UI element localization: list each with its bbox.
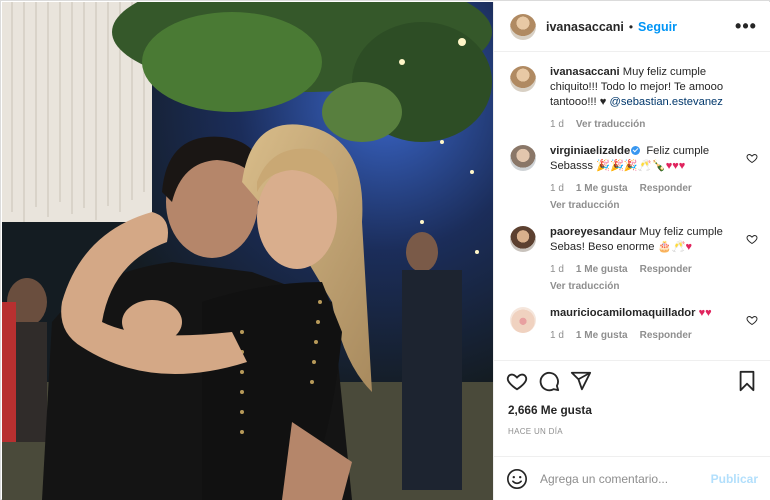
commenter-avatar[interactable] xyxy=(510,145,536,171)
reply-button[interactable]: Responder xyxy=(640,183,692,194)
caption-age: 1 d xyxy=(550,119,564,130)
comment-hearts: ♥♥ xyxy=(698,307,712,319)
author-avatar[interactable] xyxy=(510,13,536,40)
verified-badge-icon xyxy=(631,146,641,155)
post-time: HACE UN DÍA xyxy=(508,427,563,436)
caption-mention[interactable]: @sebastian.estevanez xyxy=(610,96,723,108)
reply-button[interactable]: Responder xyxy=(640,330,692,341)
comment-username[interactable]: paoreyesandaur xyxy=(550,226,636,238)
bookmark-icon[interactable] xyxy=(736,370,758,392)
post-header: ivanasaccani • Seguir ••• xyxy=(494,2,770,52)
commenter-avatar[interactable] xyxy=(510,226,536,252)
comment-item: paoreyesandaur Muy feliz cumple Sebas! B… xyxy=(510,225,758,292)
comment-translate-link[interactable]: Ver traducción xyxy=(550,200,736,211)
comment-age: 1 d xyxy=(550,264,564,275)
comment-input[interactable]: Agrega un comentario... xyxy=(540,472,711,486)
more-options-icon[interactable]: ••• xyxy=(734,16,758,37)
commenter-avatar[interactable] xyxy=(510,307,536,333)
comment-translate-link[interactable]: Ver traducción xyxy=(550,281,736,292)
caption: ivanasaccani Muy feliz cumple chiquito!!… xyxy=(510,65,758,130)
reply-button[interactable]: Responder xyxy=(640,264,692,275)
caption-username[interactable]: ivanasaccani xyxy=(550,66,620,78)
share-icon[interactable] xyxy=(570,370,592,392)
comment-likes[interactable]: 1 Me gusta xyxy=(576,264,628,275)
author-username[interactable]: ivanasaccani xyxy=(546,20,624,34)
comment-like-heart-icon[interactable] xyxy=(746,152,758,164)
comment-icon[interactable] xyxy=(538,370,560,392)
like-heart-icon[interactable] xyxy=(506,370,528,392)
comment-item: virginiaelizalde Feliz cumple Sebasss 🎉🎉… xyxy=(510,144,758,211)
comment-composer: Agrega un comentario... Publicar xyxy=(494,456,770,500)
comment-emojis: 🎂🥂 xyxy=(657,241,686,253)
comments-list[interactable]: ivanasaccani Muy feliz cumple chiquito!!… xyxy=(494,53,770,360)
post-side-panel: ivanasaccani • Seguir ••• ivanasaccani M… xyxy=(493,2,770,500)
likes-count[interactable]: 2,666 Me gusta xyxy=(506,403,758,417)
emoji-icon[interactable] xyxy=(506,468,528,490)
comment-age: 1 d xyxy=(550,183,564,194)
comment-hearts: ♥ xyxy=(685,241,692,253)
post-photo[interactable] xyxy=(2,2,493,500)
comment-hearts: ♥♥♥ xyxy=(665,160,686,172)
comment-item: mauriciocamilomaquillador ♥♥ 1 d 1 Me gu… xyxy=(510,306,758,341)
comment-likes[interactable]: 1 Me gusta xyxy=(576,183,628,194)
comment-like-heart-icon[interactable] xyxy=(746,314,758,326)
caption-avatar[interactable] xyxy=(510,66,536,92)
caption-translate-link[interactable]: Ver traducción xyxy=(576,119,645,130)
comment-username[interactable]: virginiaelizalde xyxy=(550,145,630,157)
comment-emojis: 🎉🎉🎉🥂🍾 xyxy=(596,160,666,172)
header-separator: • xyxy=(628,19,634,34)
comment-like-heart-icon[interactable] xyxy=(746,233,758,245)
party-photo-illustration xyxy=(2,2,493,500)
post-actions: 2,666 Me gusta HACE UN DÍA xyxy=(494,360,770,436)
follow-button[interactable]: Seguir xyxy=(638,20,677,34)
comment-username[interactable]: mauriciocamilomaquillador xyxy=(550,307,695,319)
comment-likes[interactable]: 1 Me gusta xyxy=(576,330,628,341)
post-dialog: ivanasaccani • Seguir ••• ivanasaccani M… xyxy=(0,0,770,500)
comment-age: 1 d xyxy=(550,330,564,341)
publish-button[interactable]: Publicar xyxy=(711,472,758,486)
